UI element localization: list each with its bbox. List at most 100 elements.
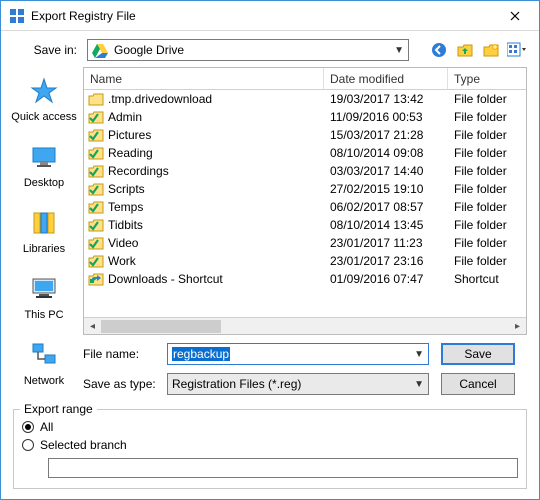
- file-type: File folder: [448, 200, 526, 214]
- chevron-down-icon: ▼: [414, 379, 424, 390]
- place-desktop[interactable]: Desktop: [5, 141, 83, 189]
- file-type: File folder: [448, 92, 526, 106]
- file-name: Video: [108, 236, 138, 250]
- file-type: Shortcut: [448, 272, 526, 286]
- chevron-down-icon[interactable]: ▼: [414, 349, 424, 360]
- radio-selected-branch[interactable]: Selected branch: [22, 438, 518, 452]
- file-name: Work: [108, 254, 136, 268]
- up-folder-icon[interactable]: [455, 40, 475, 60]
- place-libraries[interactable]: Libraries: [5, 207, 83, 255]
- radio-all[interactable]: All: [22, 420, 518, 434]
- file-name: Tidbits: [108, 218, 143, 232]
- folder-icon: [88, 236, 104, 250]
- file-date: 06/02/2017 08:57: [324, 200, 448, 214]
- file-row[interactable]: Pictures15/03/2017 21:28File folder: [84, 126, 526, 144]
- file-row[interactable]: Scripts27/02/2015 19:10File folder: [84, 180, 526, 198]
- column-headers: Name Date modified Type: [84, 68, 526, 90]
- filename-input[interactable]: regbackup ▼: [167, 343, 429, 365]
- save-in-dropdown[interactable]: Google Drive ▼: [87, 39, 409, 61]
- column-type[interactable]: Type: [448, 68, 526, 89]
- export-registry-dialog: Export Registry File Save in: Google Dri…: [0, 0, 540, 500]
- filename-value: regbackup: [172, 347, 230, 361]
- file-date: 19/03/2017 13:42: [324, 92, 448, 106]
- place-this-pc[interactable]: This PC: [5, 273, 83, 321]
- file-name: Downloads - Shortcut: [108, 272, 223, 286]
- column-date[interactable]: Date modified: [324, 68, 448, 89]
- back-icon[interactable]: [429, 40, 449, 60]
- file-row[interactable]: Tidbits08/10/2014 13:45File folder: [84, 216, 526, 234]
- file-type: File folder: [448, 110, 526, 124]
- file-row[interactable]: Video23/01/2017 11:23File folder: [84, 234, 526, 252]
- file-row[interactable]: Temps 06/02/2017 08:57File folder: [84, 198, 526, 216]
- quick-access-icon: [28, 75, 60, 107]
- file-name: Temps: [108, 200, 143, 214]
- file-type: File folder: [448, 182, 526, 196]
- file-name: Scripts: [108, 182, 145, 196]
- desktop-icon: [28, 141, 60, 173]
- window-title: Export Registry File: [31, 9, 499, 23]
- save-button[interactable]: Save: [441, 343, 515, 365]
- file-row[interactable]: Reading 08/10/2014 09:08File folder: [84, 144, 526, 162]
- horizontal-scrollbar[interactable]: ◂ ▸: [84, 317, 526, 334]
- folder-icon: [88, 128, 104, 142]
- filename-label: File name:: [83, 347, 167, 361]
- file-row[interactable]: Recordings 03/03/2017 14:40File folder: [84, 162, 526, 180]
- view-menu-icon[interactable]: [507, 40, 527, 60]
- radio-all-label: All: [40, 420, 53, 434]
- folder-icon: [88, 164, 104, 178]
- export-range-legend: Export range: [20, 402, 97, 416]
- cancel-button[interactable]: Cancel: [441, 373, 515, 395]
- export-range-group: Export range All Selected branch: [13, 409, 527, 489]
- file-row[interactable]: .tmp.drivedownload 19/03/2017 13:42File f…: [84, 90, 526, 108]
- file-row[interactable]: Downloads - Shortcut 01/09/2016 07:47Shor…: [84, 270, 526, 288]
- folder-icon: [88, 182, 104, 196]
- this-pc-icon: [28, 273, 60, 305]
- scroll-thumb[interactable]: [101, 320, 221, 333]
- titlebar: Export Registry File: [1, 1, 539, 31]
- column-name[interactable]: Name: [84, 68, 324, 89]
- file-name: Recordings: [108, 164, 169, 178]
- new-folder-icon[interactable]: [481, 40, 501, 60]
- google-drive-icon: [92, 42, 108, 58]
- file-date: 03/03/2017 14:40: [324, 164, 448, 178]
- folder-icon: [88, 92, 104, 106]
- file-name: .tmp.drivedownload: [108, 92, 212, 106]
- savetype-label: Save as type:: [83, 377, 167, 391]
- shortcut-icon: [88, 272, 104, 286]
- save-in-label: Save in:: [13, 43, 77, 57]
- radio-selected-label: Selected branch: [40, 438, 127, 452]
- file-name: Reading: [108, 146, 153, 160]
- branch-input[interactable]: [48, 458, 518, 478]
- file-date: 23/01/2017 23:16: [324, 254, 448, 268]
- file-date: 01/09/2016 07:47: [324, 272, 448, 286]
- file-type: File folder: [448, 218, 526, 232]
- close-button[interactable]: [499, 4, 531, 28]
- filename-row: File name: regbackup ▼ Save: [5, 343, 527, 365]
- file-name: Pictures: [108, 128, 151, 142]
- folder-icon: [88, 254, 104, 268]
- scroll-left-icon[interactable]: ◂: [84, 318, 101, 335]
- file-date: 11/09/2016 00:53: [324, 110, 448, 124]
- chevron-down-icon: ▼: [394, 45, 404, 56]
- file-type: File folder: [448, 146, 526, 160]
- savetype-dropdown[interactable]: Registration Files (*.reg) ▼: [167, 373, 429, 395]
- scroll-right-icon[interactable]: ▸: [509, 318, 526, 335]
- file-name: Admin: [108, 110, 142, 124]
- file-row[interactable]: Work 23/01/2017 23:16File folder: [84, 252, 526, 270]
- folder-icon: [88, 218, 104, 232]
- file-row[interactable]: Admin 11/09/2016 00:53File folder: [84, 108, 526, 126]
- file-rows[interactable]: .tmp.drivedownload19/03/2017 13:42File f…: [84, 90, 526, 317]
- folder-icon: [88, 110, 104, 124]
- radio-icon: [22, 421, 34, 433]
- file-type: File folder: [448, 128, 526, 142]
- file-type: File folder: [448, 164, 526, 178]
- save-in-row: Save in: Google Drive ▼: [1, 31, 539, 67]
- place-quick-access[interactable]: Quick access: [5, 75, 83, 123]
- file-type: File folder: [448, 254, 526, 268]
- scroll-track[interactable]: [101, 318, 509, 334]
- savetype-row: Save as type: Registration Files (*.reg)…: [5, 373, 527, 395]
- registry-icon: [9, 8, 25, 24]
- file-date: 08/10/2014 09:08: [324, 146, 448, 160]
- savetype-value: Registration Files (*.reg): [172, 377, 301, 391]
- folder-icon: [88, 146, 104, 160]
